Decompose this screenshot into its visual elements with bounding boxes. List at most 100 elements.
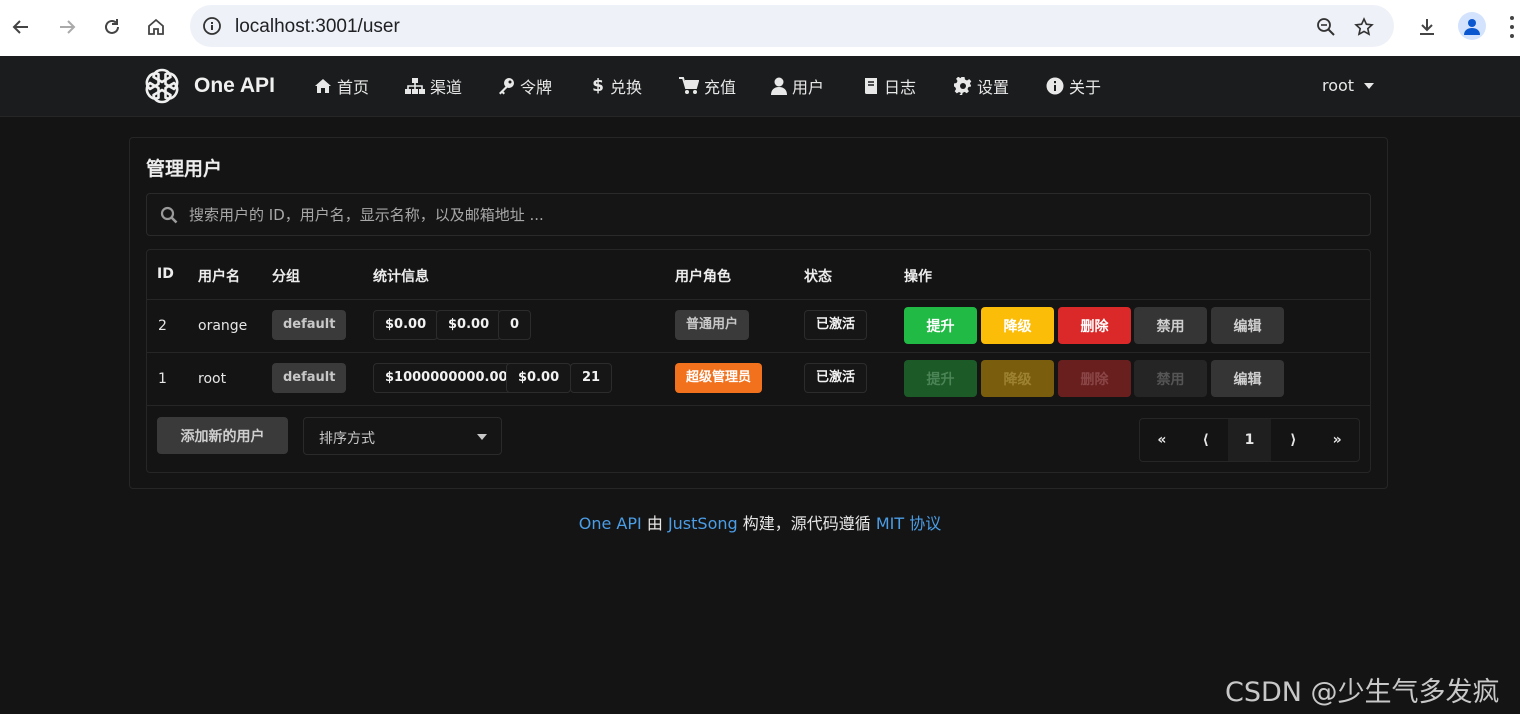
nav-item-topup[interactable]: 充值 — [679, 74, 771, 98]
stat-used-label: $0.00 — [436, 310, 502, 340]
stat-quota-label: $0.00 — [373, 310, 439, 340]
address-bar[interactable]: localhost:3001/user — [190, 5, 1394, 47]
nav-item-label: 充值 — [704, 78, 737, 97]
nav-item-label: 关于 — [1069, 78, 1102, 97]
home-button[interactable] — [141, 12, 171, 42]
cell-id: 2 — [158, 318, 167, 334]
brand-link[interactable]: One API — [142, 65, 275, 107]
col-header-id[interactable]: ID — [157, 266, 174, 282]
add-user-button[interactable]: 添加新的用户 — [157, 417, 288, 454]
bookmark-star-icon[interactable] — [1352, 15, 1376, 39]
footer-link-license[interactable]: MIT 协议 — [876, 514, 941, 533]
col-header-stats[interactable]: 统计信息 — [373, 266, 429, 286]
site-footer: One API 由 JustSong 构建，源代码遵循 MIT 协议 — [0, 510, 1520, 534]
chevron-down-icon — [1364, 82, 1375, 89]
role-label: 超级管理员 — [675, 363, 763, 393]
status-badge: 已激活 — [804, 363, 868, 393]
zoom-icon[interactable] — [1314, 15, 1338, 39]
stat-used-label: $0.00 — [506, 363, 572, 393]
col-header-username[interactable]: 用户名 — [198, 266, 240, 286]
browser-chrome: localhost:3001/user — [0, 0, 1520, 56]
search-input[interactable] — [189, 194, 1359, 235]
watermark: CSDN @少生气多发疯 — [1225, 677, 1500, 708]
edit-button[interactable]: 编辑 — [1211, 307, 1284, 344]
url-text[interactable]: localhost:3001/user — [235, 16, 400, 38]
delete-button[interactable]: 删除 — [1058, 307, 1131, 344]
home-icon — [315, 79, 331, 93]
nav-item-label: 兑换 — [610, 78, 643, 97]
search-icon — [160, 206, 178, 224]
profile-avatar-icon[interactable] — [1458, 12, 1486, 40]
demote-button[interactable]: 降级 — [981, 307, 1054, 344]
openai-logo-icon — [145, 68, 179, 104]
pagination-page-1[interactable]: 1 — [1227, 419, 1272, 461]
group-label: default — [272, 310, 347, 340]
status-badge: 已激活 — [804, 310, 868, 340]
footer-link-oneapi[interactable]: One API — [579, 514, 642, 533]
users-card: 管理用户 ID 用户名 分组 统计信息 用户角色 状态 操作 2 orange … — [129, 137, 1388, 489]
user-icon — [771, 77, 787, 95]
info-icon — [1046, 77, 1064, 95]
users-table: ID 用户名 分组 统计信息 用户角色 状态 操作 2 orange defau… — [146, 249, 1371, 473]
footer-text: 构建，源代码遵循 — [737, 514, 876, 533]
app-header: One API 首页 渠道 令牌 $ 兑换 充值 用户 日志 设置 关于 roo… — [0, 56, 1520, 117]
nav-item-channels[interactable]: 渠道 — [405, 74, 497, 98]
edit-button[interactable]: 编辑 — [1211, 360, 1284, 397]
col-header-group[interactable]: 分组 — [272, 266, 300, 286]
gear-icon — [954, 77, 972, 95]
user-dropdown[interactable]: root — [1322, 76, 1375, 95]
nav-item-home[interactable]: 首页 — [314, 74, 405, 98]
dollar-icon: $ — [592, 76, 604, 96]
cart-icon — [679, 77, 699, 94]
disable-button[interactable]: 禁用 — [1134, 307, 1207, 344]
cell-username: orange — [198, 318, 248, 334]
stat-quota-label: $1000000000.00 — [373, 363, 520, 393]
stat-requests-label: 21 — [570, 363, 613, 393]
nav-item-label: 令牌 — [520, 78, 553, 97]
page-title: 管理用户 — [146, 158, 223, 180]
pagination-first[interactable]: « — [1140, 419, 1184, 461]
browser-menu-icon[interactable] — [1504, 14, 1520, 40]
nav-item-label: 用户 — [792, 78, 825, 97]
chevron-down-icon — [477, 434, 487, 440]
pagination-prev[interactable]: ⟨ — [1184, 419, 1228, 461]
download-icon[interactable] — [1413, 13, 1441, 41]
demote-button: 降级 — [981, 360, 1054, 397]
pagination-last[interactable]: » — [1315, 419, 1359, 461]
nav-item-label: 设置 — [977, 78, 1010, 97]
role-label: 普通用户 — [675, 310, 750, 340]
table-header: ID 用户名 分组 统计信息 用户角色 状态 操作 — [147, 250, 1370, 300]
promote-button: 提升 — [904, 360, 977, 397]
table-footer: 添加新的用户 排序方式 « ⟨ 1 ⟩ » — [147, 407, 1370, 473]
sitemap-icon — [405, 78, 425, 94]
nav-item-redeem[interactable]: $ 兑换 — [591, 74, 679, 98]
table-row: 1 root default $1000000000.00 $0.00 21 超… — [147, 353, 1370, 406]
nav-item-label: 首页 — [337, 78, 370, 97]
user-dropdown-label: root — [1322, 76, 1355, 95]
sort-dropdown[interactable]: 排序方式 — [303, 417, 502, 455]
back-button[interactable] — [6, 12, 36, 42]
sort-dropdown-placeholder: 排序方式 — [319, 431, 375, 447]
promote-button[interactable]: 提升 — [904, 307, 977, 344]
key-icon — [499, 78, 514, 95]
search-box[interactable] — [146, 193, 1371, 236]
brand-name: One API — [194, 74, 275, 97]
nav-item-tokens[interactable]: 令牌 — [497, 74, 591, 98]
col-header-role[interactable]: 用户角色 — [675, 266, 731, 286]
nav-item-logs[interactable]: 日志 — [863, 74, 954, 98]
nav-item-users[interactable]: 用户 — [771, 74, 863, 98]
forward-button[interactable] — [52, 12, 82, 42]
delete-button: 删除 — [1058, 360, 1131, 397]
nav-item-settings[interactable]: 设置 — [954, 74, 1046, 98]
table-row: 2 orange default $0.00 $0.00 0 普通用户 已激活 … — [147, 300, 1370, 353]
disable-button: 禁用 — [1134, 360, 1207, 397]
pagination: « ⟨ 1 ⟩ » — [1139, 418, 1360, 462]
site-info-icon[interactable] — [200, 14, 224, 38]
reload-button[interactable] — [97, 12, 127, 42]
nav-item-label: 渠道 — [430, 78, 463, 97]
col-header-status[interactable]: 状态 — [804, 266, 832, 286]
footer-link-author[interactable]: JustSong — [668, 514, 738, 533]
nav-item-about[interactable]: 关于 — [1046, 74, 1116, 98]
footer-text: 由 — [641, 514, 668, 533]
pagination-next[interactable]: ⟩ — [1271, 419, 1315, 461]
